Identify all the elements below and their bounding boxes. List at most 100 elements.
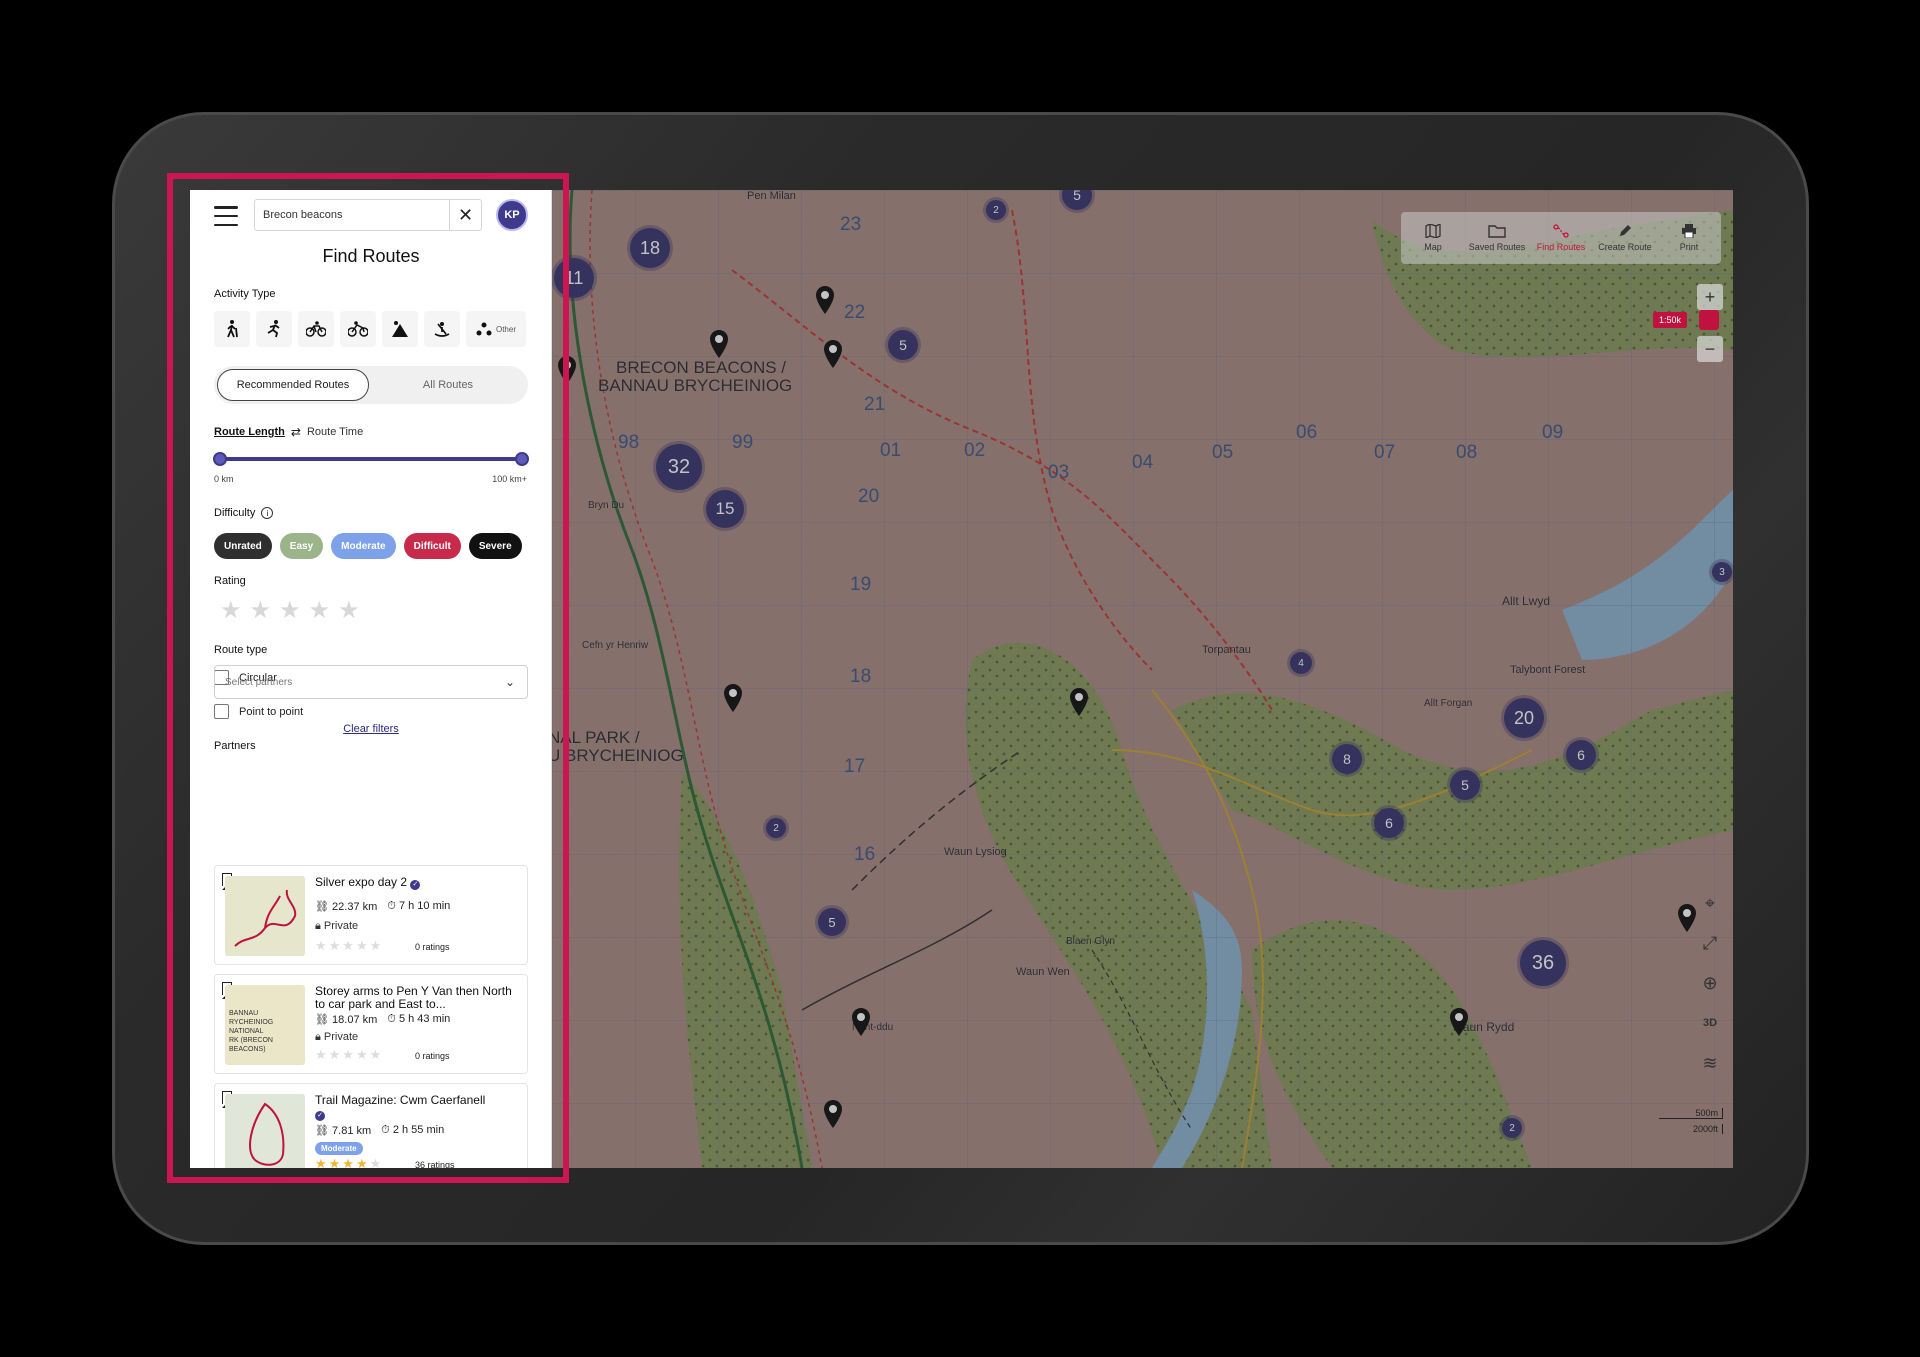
activity-kayaking-button[interactable] [424, 311, 460, 347]
route-pin-icon[interactable] [558, 356, 576, 384]
search-value: Brecon beacons [263, 209, 343, 221]
info-icon[interactable]: i [261, 507, 274, 519]
route-cluster[interactable]: 5 [818, 908, 846, 936]
grid-number: 18 [850, 666, 872, 687]
star-icon[interactable]: ★ [279, 596, 301, 625]
map-label-bannau: BANNAU BRYCHEINIOG [598, 376, 793, 395]
toolbar-create-route-button[interactable]: Create Route [1593, 212, 1657, 264]
route-cluster[interactable]: 18 [630, 228, 670, 268]
route-cluster[interactable]: 32 [656, 444, 702, 490]
route-pin-icon[interactable] [1070, 688, 1088, 716]
clear-filters-link[interactable]: Clear filters [190, 723, 551, 735]
partners-select[interactable]: Select partners ⌄ [214, 665, 528, 699]
locate-me-icon[interactable]: ⊕ [1697, 970, 1723, 996]
route-cluster[interactable]: 2 [1502, 1118, 1522, 1138]
map-label: Blaen Glyn [1066, 936, 1115, 947]
toolbar-label: Saved Routes [1468, 242, 1526, 252]
avatar[interactable]: KP [496, 199, 528, 231]
partners-heading: Partners [214, 740, 256, 752]
route-card[interactable]: BANNAU RYCHEINIOG NATIONAL RK (BRECON BE… [214, 974, 528, 1074]
activity-mountain-biking-button[interactable] [340, 311, 376, 347]
toolbar-find-routes-button[interactable]: Find Routes [1529, 212, 1593, 264]
difficulty-severe-chip[interactable]: Severe [468, 533, 522, 559]
duration-value: 2 h 55 min [392, 1124, 445, 1136]
checkbox-box[interactable] [214, 704, 229, 719]
distance: ⛓ 22.37 km [315, 900, 377, 913]
fullscreen-icon[interactable]: ⤢ [1697, 930, 1723, 956]
scale-swatch-button[interactable] [1699, 310, 1719, 330]
grid-number: 05 [1212, 442, 1234, 463]
swap-icon[interactable]: ⇄ [291, 425, 301, 439]
distance-value: 22.37 km [332, 901, 378, 913]
route-pin-icon[interactable] [1450, 1008, 1468, 1036]
route-cluster[interactable]: 3 [1712, 562, 1732, 582]
route-length-tab[interactable]: Route Length [214, 426, 285, 438]
lock-icon: 🔒︎ [315, 1031, 321, 1043]
route-time-tab[interactable]: Route Time [307, 426, 363, 438]
grid-number: 23 [840, 214, 862, 235]
route-length-slider[interactable] [213, 452, 529, 466]
activity-running-button[interactable] [256, 311, 292, 347]
route-cluster[interactable]: 15 [706, 490, 744, 528]
visibility-value: Private [323, 1031, 359, 1043]
layers-icon[interactable]: ≋ [1697, 1050, 1723, 1076]
thumb-text: RYCHEINIOG [229, 1019, 274, 1026]
zoom-out-button[interactable]: − [1697, 336, 1723, 362]
star-icon[interactable]: ★ [338, 596, 360, 625]
route-cluster[interactable]: 20 [1504, 698, 1544, 738]
slider-min-handle[interactable] [213, 452, 227, 466]
route-cluster[interactable]: 4 [1290, 652, 1312, 674]
route-cluster[interactable]: 5 [888, 330, 918, 360]
ratings-count: 36 ratings [415, 1160, 455, 1168]
zoom-in-button[interactable]: + [1697, 284, 1723, 310]
route-card[interactable]: Silver expo day 2 ✓ ⛓ 22.37 km ⏱ 7 h 10 … [214, 865, 528, 965]
activity-other-button[interactable]: Other [466, 311, 526, 347]
route-cluster[interactable]: 6 [1566, 740, 1596, 770]
toolbar-map-button[interactable]: Map [1401, 212, 1465, 264]
difficulty-easy-chip[interactable]: Easy [279, 533, 324, 559]
toolbar-print-button[interactable]: Print [1657, 212, 1721, 264]
route-pin-icon[interactable] [724, 684, 742, 712]
map-label: Cefn yr Henriw [582, 640, 649, 651]
activity-cycling-button[interactable] [298, 311, 334, 347]
menu-icon[interactable] [214, 206, 238, 226]
location-layers-icon[interactable]: ⌖ [1697, 890, 1723, 916]
tab-all-routes[interactable]: All Routes [371, 369, 525, 401]
difficulty-difficult-chip[interactable]: Difficult [403, 533, 461, 559]
route-cluster[interactable]: 11 [554, 258, 594, 298]
search-input[interactable]: Brecon beacons ✕ [254, 199, 482, 231]
difficulty-moderate-chip[interactable]: Moderate [331, 533, 396, 559]
three-d-button[interactable]: 3D [1697, 1010, 1723, 1036]
tab-recommended-routes[interactable]: Recommended Routes [217, 369, 369, 401]
star-icon[interactable]: ★ [309, 596, 331, 625]
route-card[interactable]: Trail Magazine: Cwm Caerfanell ✓ ⛓ 7.81 k… [214, 1083, 528, 1168]
clear-search-icon[interactable]: ✕ [449, 200, 481, 230]
grid-number: 08 [1456, 442, 1478, 463]
route-cluster[interactable]: 36 [1520, 940, 1566, 986]
lock-icon: 🔒︎ [315, 920, 321, 932]
route-pin-icon[interactable] [816, 286, 834, 314]
map-canvas[interactable]: BRECON BEACONS / BANNAU BRYCHEINIOG NAL … [552, 190, 1733, 1168]
grid-number: 21 [864, 394, 886, 415]
route-pin-icon[interactable] [1678, 904, 1696, 932]
route-cluster[interactable]: 8 [1332, 744, 1362, 774]
route-pin-icon[interactable] [710, 330, 728, 358]
route-pin-icon[interactable] [824, 340, 842, 368]
route-cluster[interactable]: 6 [1374, 808, 1404, 838]
route-thumbnail: BANNAU RYCHEINIOG NATIONAL RK (BRECON BE… [225, 985, 305, 1065]
slider-max-handle[interactable] [515, 452, 529, 466]
route-cluster[interactable]: 2 [986, 200, 1006, 220]
activity-climbing-button[interactable] [382, 311, 418, 347]
route-cluster[interactable]: 2 [766, 818, 786, 838]
route-pin-icon[interactable] [852, 1008, 870, 1036]
toolbar-saved-routes-button[interactable]: Saved Routes [1465, 212, 1529, 264]
route-cluster[interactable]: 5 [1450, 770, 1480, 800]
point-to-point-checkbox[interactable]: Point to point [214, 704, 303, 719]
difficulty-badge: Moderate [315, 1142, 363, 1155]
star-icon[interactable]: ★ [220, 596, 242, 625]
star-icon[interactable]: ★ [250, 596, 272, 625]
activity-walking-button[interactable] [214, 311, 250, 347]
difficulty-unrated-chip[interactable]: Unrated [214, 533, 272, 559]
map-icon [1425, 224, 1441, 238]
route-pin-icon[interactable] [824, 1100, 842, 1128]
